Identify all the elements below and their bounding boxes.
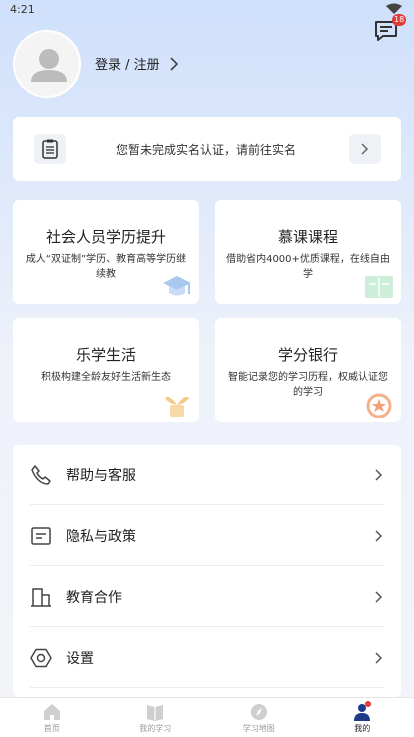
feature-card-life[interactable]: 乐学生活 积极构建全龄友好生活新生态 (13, 318, 199, 422)
menu-item-label: 教育合作 (66, 589, 122, 606)
menu-item-cooperation[interactable]: 教育合作 (30, 567, 384, 627)
default-avatar-icon (31, 49, 67, 82)
tab-learning-map[interactable]: 学习地图 (207, 698, 311, 737)
graduation-cap-icon (163, 276, 191, 296)
login-label: 登录 / 注册 (95, 58, 160, 73)
tab-label: 首页 (43, 724, 60, 733)
phone-icon (31, 464, 51, 485)
tab-label: 学习地图 (242, 724, 275, 733)
compass-icon (250, 704, 267, 720)
wifi-icon (386, 3, 402, 14)
feature-title: 慕课课程 (277, 228, 338, 246)
menu-item-privacy[interactable]: 隐私与政策 (30, 506, 384, 566)
feature-desc: 积极构建全龄友好生活新生态 (41, 372, 171, 383)
menu-item-label: 隐私与政策 (66, 528, 136, 545)
notification-dot (364, 701, 371, 707)
tab-my-learning[interactable]: 我的学习 (104, 698, 208, 737)
bottom-tab-bar: 首页 我的学习 学习地图 我的 (0, 697, 414, 737)
feature-title: 乐学生活 (75, 346, 136, 364)
chevron-right-icon (375, 529, 383, 542)
open-book-icon (365, 276, 393, 298)
building-icon (31, 587, 51, 607)
settings-menu: 帮助与客服 隐私与政策 教育合作 设置 (13, 445, 401, 697)
document-icon (31, 526, 51, 545)
login-register-link[interactable]: 登录 / 注册 (95, 54, 179, 73)
chevron-right-icon (170, 56, 178, 71)
verify-text: 您暂未完成实名认证，请前往实名 (116, 143, 297, 157)
menu-item-settings[interactable]: 设置 (30, 628, 384, 688)
message-badge: 18 (392, 14, 407, 26)
tab-mine[interactable]: 我的 (311, 698, 414, 737)
chevron-right-icon (361, 143, 369, 155)
verify-banner[interactable]: 您暂未完成实名认证，请前往实名 (13, 117, 401, 181)
status-bar: 4:21 (0, 0, 414, 22)
home-icon (43, 704, 60, 720)
chevron-right-icon (375, 590, 383, 603)
menu-item-label: 帮助与客服 (66, 467, 136, 484)
feature-title: 学分银行 (277, 346, 338, 364)
plant-sprout-icon (165, 396, 189, 417)
verify-arrow-button[interactable] (349, 134, 381, 164)
menu-item-help[interactable]: 帮助与客服 (30, 445, 384, 505)
feature-card-credit-bank[interactable]: 学分银行 智能记录您的学习历程，权威认证您的学习 (215, 318, 401, 422)
book-icon (147, 705, 164, 721)
menu-item-label: 设置 (66, 650, 94, 667)
feature-card-education[interactable]: 社会人员学历提升 成人“双证制”学历、教育高等学历继续教 (13, 200, 199, 304)
feature-card-mooc[interactable]: 慕课课程 借助省内4000+优质课程，在线自由学 (215, 200, 401, 304)
avatar[interactable] (13, 30, 81, 98)
verify-doc-icon (34, 134, 66, 164)
chevron-right-icon (375, 468, 383, 481)
tab-home[interactable]: 首页 (0, 698, 104, 737)
message-button[interactable]: 18 (372, 14, 407, 44)
settings-hexagon-icon (30, 648, 52, 667)
feature-title: 社会人员学历提升 (45, 228, 166, 246)
tab-label: 我的学习 (139, 724, 172, 733)
chevron-right-icon (375, 651, 383, 664)
tab-label: 我的 (354, 724, 371, 733)
status-time: 4:21 (10, 3, 35, 16)
star-medal-icon (366, 393, 392, 418)
